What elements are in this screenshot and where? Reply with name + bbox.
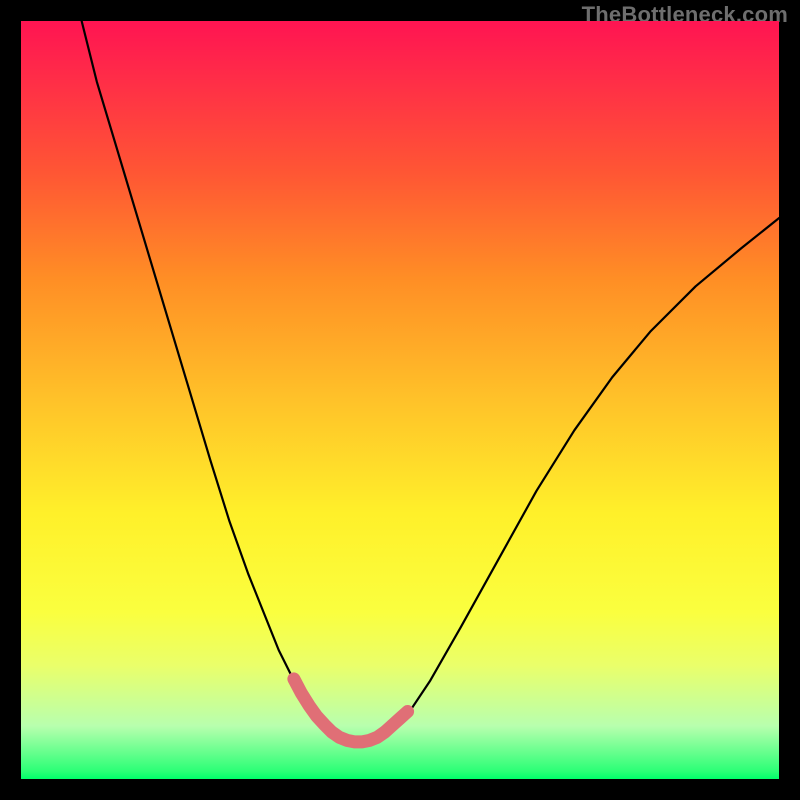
chart-frame: TheBottleneck.com [0,0,800,800]
pink-highlight-path [294,679,408,742]
black-curve-path [82,21,779,741]
plot-area [21,21,779,779]
curve-svg [21,21,779,779]
